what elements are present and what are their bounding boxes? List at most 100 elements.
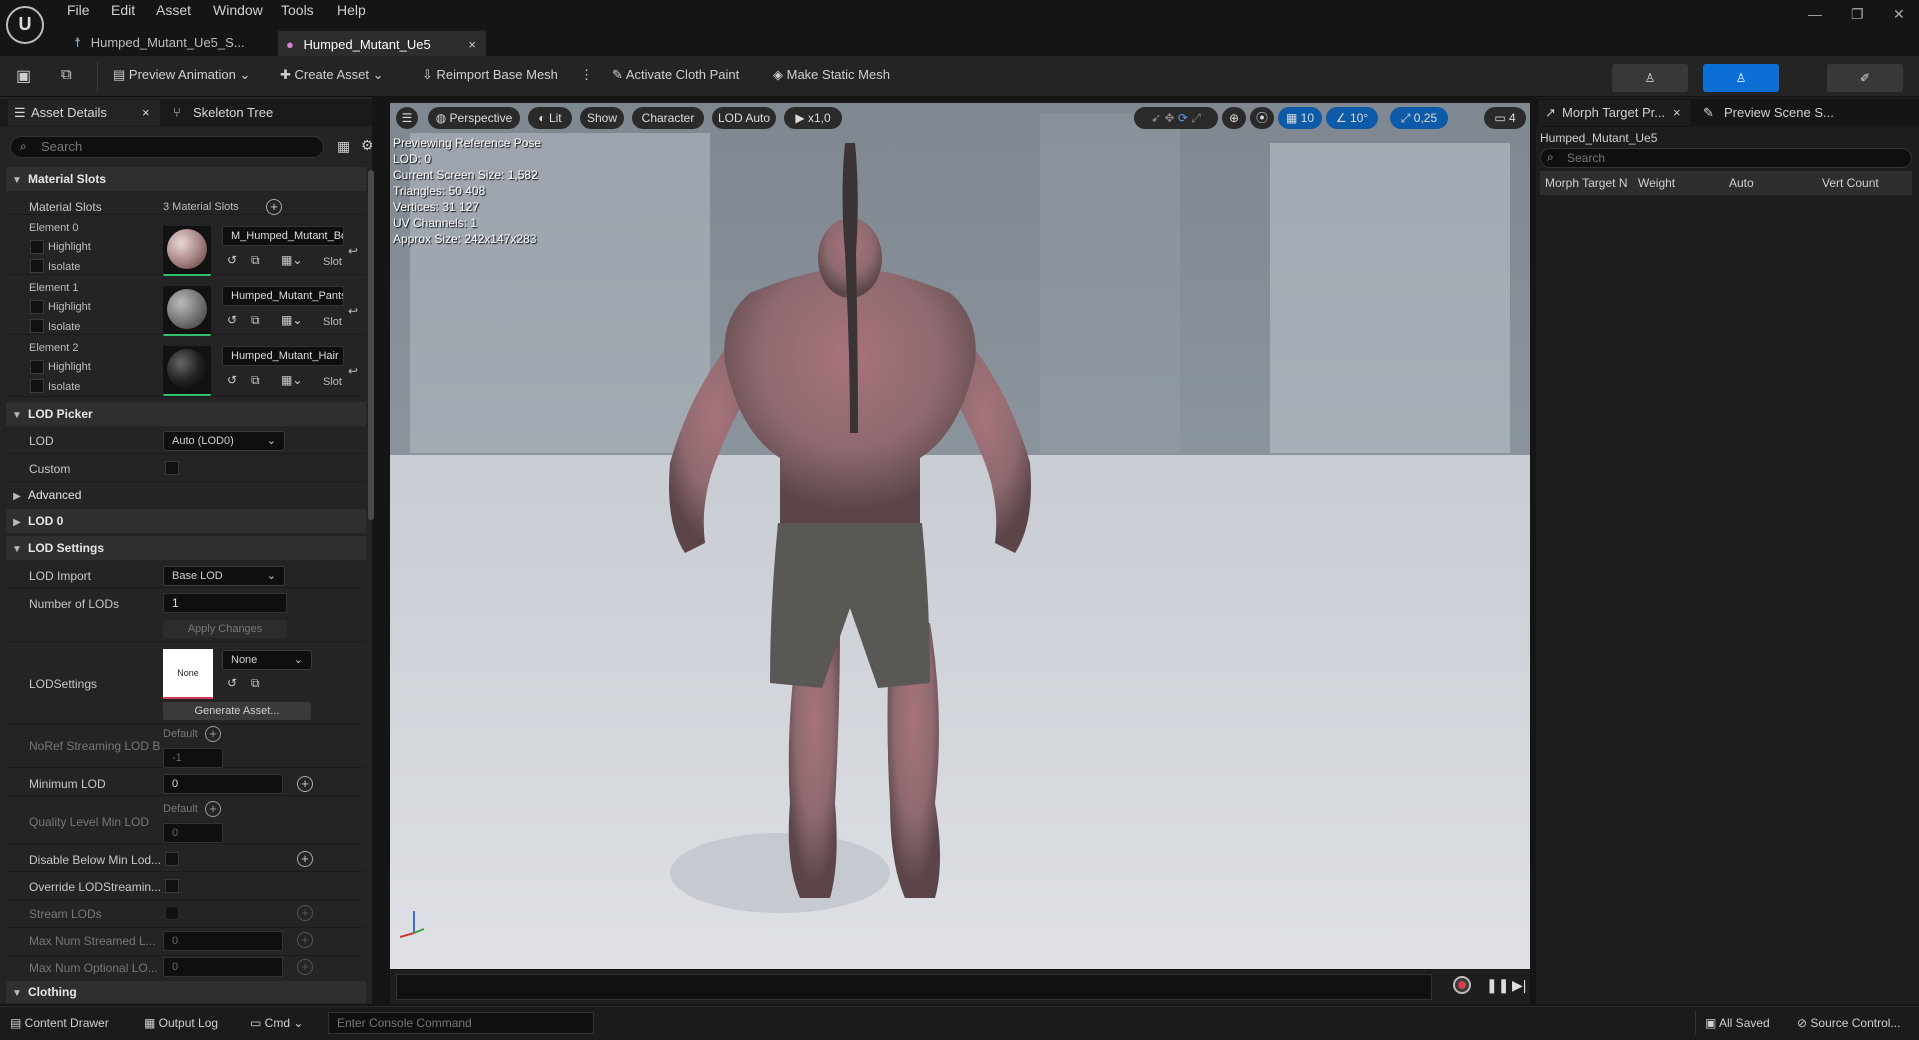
close-tab-icon[interactable]: × bbox=[468, 31, 476, 58]
material-2-thumbnail[interactable] bbox=[163, 346, 211, 396]
revert-icon[interactable]: ↩ bbox=[348, 304, 358, 318]
element-1-highlight-checkbox[interactable] bbox=[30, 300, 44, 314]
minimize-icon[interactable]: — bbox=[1808, 6, 1822, 22]
column-morph-target-name[interactable]: Morph Target N bbox=[1540, 171, 1637, 195]
mesh-mode-button[interactable]: ♙ bbox=[1703, 64, 1779, 92]
menu-help[interactable]: Help bbox=[337, 2, 366, 18]
all-saved-button[interactable]: ▣ All Saved bbox=[1705, 1016, 1770, 1030]
grid-snap-button[interactable]: ▦ 10 bbox=[1278, 107, 1322, 129]
menu-tools[interactable]: Tools bbox=[281, 2, 314, 18]
skeleton-mode-button[interactable]: ♙ bbox=[1612, 64, 1688, 92]
angle-snap-button[interactable]: ∠ 10° bbox=[1326, 107, 1378, 129]
unreal-logo-icon[interactable]: U bbox=[6, 6, 44, 44]
preview-viewport[interactable]: ☰ ◍ Perspective ◐ Lit Show Character LOD… bbox=[390, 103, 1530, 969]
scale-snap-button[interactable]: ⤢ 0,25 bbox=[1390, 107, 1448, 129]
min-lod-input[interactable]: 0 bbox=[163, 774, 283, 794]
browse-icon[interactable]: ⧉ bbox=[61, 66, 72, 83]
section-lod0[interactable]: ▶ LOD 0 bbox=[6, 509, 366, 533]
revert-icon[interactable]: ↩ bbox=[348, 364, 358, 378]
close-morph-tab-icon[interactable]: × bbox=[1673, 105, 1681, 120]
close-details-tab-icon[interactable]: × bbox=[142, 105, 150, 120]
output-log-button[interactable]: ▦ Output Log bbox=[144, 1016, 218, 1030]
reset-icon[interactable]: ↺ bbox=[227, 676, 237, 690]
lit-button[interactable]: ◐ Lit bbox=[528, 107, 572, 129]
reset-icon[interactable]: ↺ bbox=[227, 373, 237, 387]
material-options-icon[interactable]: ▦⌄ bbox=[281, 373, 302, 387]
browse-asset-icon[interactable]: ⧉ bbox=[251, 253, 260, 268]
element-2-isolate-checkbox[interactable] bbox=[30, 379, 44, 393]
restore-icon[interactable]: ❐ bbox=[1851, 6, 1864, 23]
grid-view-icon[interactable]: ▦ bbox=[337, 138, 350, 155]
add-override-button[interactable]: + bbox=[205, 726, 221, 742]
revert-icon[interactable]: ↩ bbox=[348, 244, 358, 258]
add-override-button[interactable]: + bbox=[205, 801, 221, 817]
character-button[interactable]: Character bbox=[632, 107, 704, 129]
cmd-dropdown[interactable]: ▭ Cmd ⌄ bbox=[250, 1016, 303, 1030]
viewport-menu-button[interactable]: ☰ bbox=[396, 107, 418, 129]
tab-skeleton-tree[interactable]: Skeleton Tree bbox=[193, 105, 273, 120]
menu-file[interactable]: File bbox=[67, 2, 90, 18]
generate-asset-button[interactable]: Generate Asset... bbox=[163, 702, 311, 720]
section-advanced[interactable]: ▶ Advanced bbox=[6, 483, 366, 507]
show-button[interactable]: Show bbox=[580, 107, 624, 129]
element-1-isolate-checkbox[interactable] bbox=[30, 319, 44, 333]
reimport-base-mesh-button[interactable]: ⇩ Reimport Base Mesh bbox=[422, 67, 558, 83]
column-weight[interactable]: Weight bbox=[1633, 171, 1728, 195]
material-2-name[interactable]: Humped_Mutant_Hair bbox=[222, 346, 344, 366]
perspective-button[interactable]: ◍ Perspective bbox=[428, 107, 520, 129]
details-scrollbar[interactable] bbox=[368, 170, 374, 520]
add-override-button[interactable]: + bbox=[297, 851, 313, 867]
menu-window[interactable]: Window bbox=[213, 2, 263, 18]
step-forward-icon[interactable]: ▶| bbox=[1512, 977, 1526, 994]
section-material-slots[interactable]: ▼ Material Slots bbox=[6, 167, 366, 191]
surface-snap-icon[interactable]: ⦿ bbox=[1250, 107, 1274, 129]
animation-mode-button[interactable]: ✐ bbox=[1827, 64, 1903, 92]
column-vert-count[interactable]: Vert Count bbox=[1817, 171, 1912, 195]
more-options-icon[interactable]: ⋮ bbox=[580, 67, 593, 83]
create-asset-button[interactable]: ✚ Create Asset ⌄ bbox=[280, 67, 383, 83]
element-2-highlight-checkbox[interactable] bbox=[30, 360, 44, 374]
tab-preview-scene[interactable]: Preview Scene S... bbox=[1724, 105, 1834, 120]
add-override-button[interactable]: + bbox=[297, 776, 313, 792]
column-auto[interactable]: Auto bbox=[1724, 171, 1821, 195]
lod-auto-button[interactable]: LOD Auto bbox=[712, 107, 776, 129]
timeline-scrubber[interactable] bbox=[396, 974, 1432, 1000]
override-checkbox[interactable] bbox=[165, 879, 179, 893]
playback-speed-button[interactable]: ▶ x1,0 bbox=[784, 107, 842, 129]
num-lods-input[interactable]: 1 bbox=[163, 593, 287, 613]
lodsettings-dropdown[interactable]: None ⌄ bbox=[222, 650, 312, 670]
make-static-mesh-button[interactable]: ◈ Make Static Mesh bbox=[773, 67, 890, 83]
preview-animation-button[interactable]: ▤ Preview Animation ⌄ bbox=[113, 67, 250, 83]
world-local-icon[interactable]: ⊕ bbox=[1222, 107, 1246, 129]
element-0-highlight-checkbox[interactable] bbox=[30, 240, 44, 254]
browse-asset-icon[interactable]: ⧉ bbox=[251, 313, 260, 328]
pause-icon[interactable]: ❚❚ bbox=[1486, 977, 1509, 994]
material-0-thumbnail[interactable] bbox=[163, 226, 211, 276]
material-0-name[interactable]: M_Humped_Mutant_Bo bbox=[222, 226, 344, 246]
material-1-thumbnail[interactable] bbox=[163, 286, 211, 336]
menu-asset[interactable]: Asset bbox=[156, 2, 191, 18]
morph-search-input[interactable]: Search bbox=[1540, 148, 1912, 168]
disable-below-checkbox[interactable] bbox=[165, 852, 179, 866]
record-button[interactable] bbox=[1453, 976, 1471, 994]
console-command-input[interactable]: Enter Console Command bbox=[328, 1012, 594, 1034]
lodsettings-thumbnail[interactable]: None bbox=[163, 649, 213, 699]
browse-asset-icon[interactable]: ⧉ bbox=[251, 373, 260, 388]
content-drawer-button[interactable]: ▤ Content Drawer bbox=[10, 1016, 109, 1030]
details-search-input[interactable]: Search bbox=[10, 136, 324, 158]
browse-asset-icon[interactable]: ⧉ bbox=[251, 676, 260, 691]
transform-tools[interactable]: ➹ ✥ ⟳ ⤢ bbox=[1134, 107, 1218, 129]
source-control-button[interactable]: ⊘ Source Control... bbox=[1797, 1016, 1900, 1030]
reset-icon[interactable]: ↺ bbox=[227, 253, 237, 267]
tab-skeleton-asset[interactable]: ☨ Humped_Mutant_Ue5_S... bbox=[66, 29, 274, 56]
menu-edit[interactable]: Edit bbox=[111, 2, 135, 18]
settings-gear-icon[interactable]: ⚙ bbox=[361, 137, 374, 154]
section-lod-settings[interactable]: ▼ LOD Settings bbox=[6, 536, 366, 560]
activate-cloth-paint-button[interactable]: ✎ Activate Cloth Paint bbox=[612, 67, 739, 83]
custom-checkbox[interactable] bbox=[165, 461, 179, 475]
reset-icon[interactable]: ↺ bbox=[227, 313, 237, 327]
material-1-name[interactable]: Humped_Mutant_Pants bbox=[222, 286, 344, 306]
lod-dropdown[interactable]: Auto (LOD0) ⌄ bbox=[163, 431, 285, 451]
section-lod-picker[interactable]: ▼ LOD Picker bbox=[6, 402, 366, 426]
tab-mesh-asset[interactable]: ● Humped_Mutant_Ue5 × bbox=[278, 29, 486, 58]
